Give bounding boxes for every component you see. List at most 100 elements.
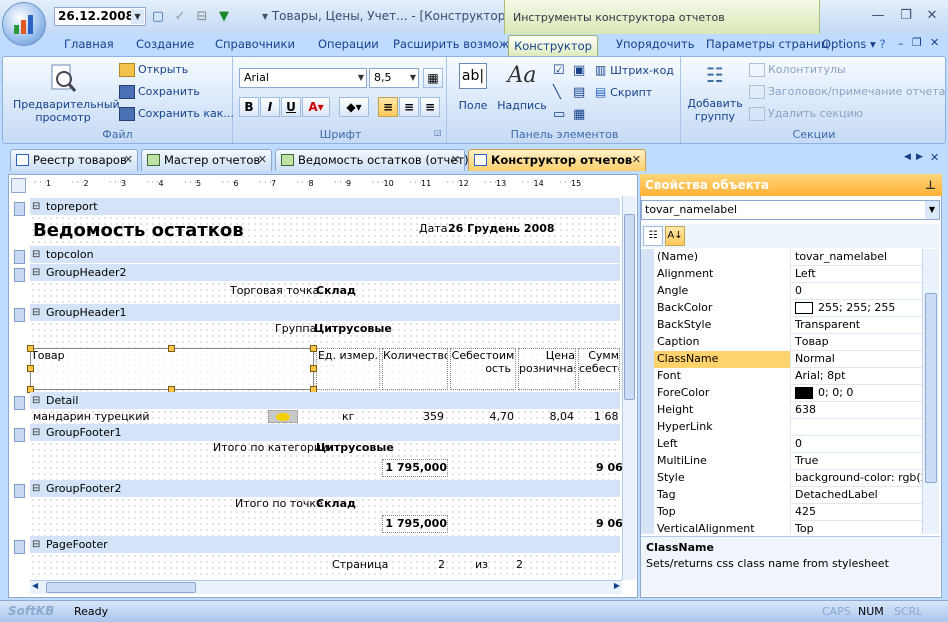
- barcode-button[interactable]: ▥ Штрих-код: [595, 63, 674, 77]
- line-tool-icon[interactable]: ╲: [553, 85, 561, 100]
- detail-sum[interactable]: 1 68: [594, 410, 619, 424]
- band-handle[interactable]: [14, 396, 25, 410]
- delete-icon[interactable]: ⊟: [194, 9, 210, 25]
- resize-handle[interactable]: [310, 365, 317, 372]
- tab-create[interactable]: Создание: [136, 37, 194, 51]
- report-title[interactable]: Ведомость остатков: [33, 220, 244, 242]
- area-groupfooter2[interactable]: Итого по точке Склад 1 795,000 9 06: [30, 497, 623, 537]
- designer-vertical-scrollbar[interactable]: [622, 196, 636, 580]
- scroll-thumb[interactable]: [46, 582, 196, 593]
- property-grid-scrollbar[interactable]: [922, 249, 939, 534]
- area-topreport[interactable]: Ведомость остатков Дата 26 Грудень 2008: [30, 215, 620, 245]
- detail-qty[interactable]: 359: [410, 410, 444, 424]
- property-value[interactable]: DetachedLabel: [793, 487, 922, 504]
- check-icon[interactable]: ✓: [172, 9, 188, 25]
- property-value[interactable]: 0: [793, 436, 922, 453]
- property-row[interactable]: Caption Товар: [641, 334, 922, 351]
- property-value[interactable]: Normal: [793, 351, 922, 368]
- shop-total-sum2[interactable]: 9 06: [596, 517, 623, 531]
- doc-tab-designer[interactable]: Конструктор отчетов ✕: [468, 149, 646, 171]
- restore-button[interactable]: ❐: [896, 7, 916, 25]
- close-icon[interactable]: ✕: [632, 150, 641, 170]
- property-value[interactable]: Top: [793, 521, 922, 534]
- page-total[interactable]: 2: [516, 558, 523, 572]
- field-button[interactable]: ab| Поле: [455, 63, 491, 112]
- category-total-value[interactable]: Цитрусовые: [316, 441, 394, 455]
- group-label[interactable]: Группа: [275, 322, 316, 336]
- property-value[interactable]: [793, 419, 922, 436]
- property-row[interactable]: BackStyle Transparent: [641, 317, 922, 334]
- band-groupfooter2[interactable]: GroupFooter2: [30, 480, 620, 497]
- chevron-down-icon[interactable]: ▼: [131, 9, 144, 24]
- property-value[interactable]: 0: [793, 283, 922, 300]
- area-groupfooter1[interactable]: Итого по категории Цитрусовые 1 795,000 …: [30, 441, 623, 481]
- font-dialog-launcher-icon[interactable]: ◲: [434, 128, 442, 137]
- page-of-label[interactable]: из: [475, 558, 488, 572]
- tab-scroll-right-icon[interactable]: ▶: [916, 152, 923, 162]
- property-row[interactable]: Style background-color: rgb(255,: [641, 470, 922, 487]
- date-label[interactable]: Дата: [419, 222, 447, 236]
- property-row[interactable]: ClassName Normal: [641, 351, 922, 368]
- area-groupheader1[interactable]: Группа Цитрусовые Товар Ед. измер. Колич…: [27, 321, 620, 393]
- property-value[interactable]: Transparent: [793, 317, 922, 334]
- property-row[interactable]: Tag DetachedLabel: [641, 487, 922, 504]
- doc-tab-stock-report[interactable]: Ведомость остатков (отчет) ✕: [275, 149, 469, 171]
- underline-button[interactable]: U: [281, 97, 301, 117]
- ribbon-restore-icon[interactable]: ❐: [912, 36, 922, 49]
- tab-arrange[interactable]: Упорядочить: [616, 37, 695, 51]
- shop-value[interactable]: Склад: [316, 284, 356, 298]
- scroll-right-icon[interactable]: ▶: [614, 581, 620, 590]
- filter-icon[interactable]: ▼: [216, 9, 232, 25]
- date-value[interactable]: 26 Грудень 2008: [448, 222, 555, 236]
- band-detail[interactable]: Detail: [30, 392, 620, 409]
- categorized-view-icon[interactable]: ☷: [643, 226, 663, 246]
- doc-tab-wizard[interactable]: Мастер отчетов ✕: [141, 149, 272, 171]
- page-label[interactable]: Страница: [332, 558, 388, 572]
- help-icon[interactable]: ?: [879, 37, 885, 51]
- detail-cost[interactable]: 4,70: [474, 410, 515, 424]
- object-select[interactable]: tovar_namelabel ▼: [641, 200, 940, 220]
- band-groupfooter1[interactable]: GroupFooter1: [30, 424, 620, 441]
- band-handle[interactable]: [14, 202, 25, 216]
- border-icon[interactable]: ▦: [423, 68, 443, 88]
- close-icon[interactable]: ✕: [258, 150, 267, 170]
- scroll-thumb[interactable]: [925, 293, 937, 483]
- band-groupheader1[interactable]: GroupHeader1: [30, 304, 620, 321]
- shop-total-value[interactable]: Склад: [316, 497, 356, 511]
- close-icon[interactable]: ✕: [451, 150, 460, 170]
- minimize-button[interactable]: —: [868, 7, 888, 25]
- group-value[interactable]: Цитрусовые: [314, 322, 392, 336]
- property-value[interactable]: background-color: rgb(255,: [793, 470, 922, 487]
- col-header-unit[interactable]: Ед. измер.: [316, 348, 380, 390]
- add-group-button[interactable]: ☷ Добавить группу: [685, 63, 745, 123]
- col-header-qty[interactable]: Количество: [382, 348, 448, 390]
- property-value[interactable]: Left: [793, 266, 922, 283]
- close-icon[interactable]: ✕: [124, 150, 133, 170]
- area-groupheader2[interactable]: Торговая точка Склад: [30, 281, 620, 303]
- property-value[interactable]: 425: [793, 504, 922, 521]
- detail-product[interactable]: мандарин турецкий: [33, 410, 150, 424]
- col-header-price[interactable]: Цена розничная: [518, 348, 576, 390]
- scroll-left-icon[interactable]: ◀: [32, 581, 38, 590]
- property-row[interactable]: Left 0: [641, 436, 922, 453]
- property-grid[interactable]: (Name) tovar_namelabel Alignment Left Angle 0…: [641, 249, 922, 534]
- subreport-tool-icon[interactable]: ▤: [573, 85, 585, 100]
- header-note-button[interactable]: Заголовок/примечание отчета: [749, 85, 945, 99]
- area-pagefooter[interactable]: Страница 2 из 2: [30, 553, 620, 579]
- property-row[interactable]: Top 425: [641, 504, 922, 521]
- detail-image-placeholder[interactable]: [268, 410, 298, 423]
- new-document-icon[interactable]: ▢: [150, 9, 166, 25]
- delete-section-button[interactable]: Удалить секцию: [749, 107, 863, 121]
- tab-extend[interactable]: Расширить возможн: [393, 37, 517, 51]
- date-picker[interactable]: 26.12.2008 ▼: [54, 7, 146, 26]
- band-topreport[interactable]: topreport: [30, 198, 620, 215]
- detail-price[interactable]: 8,04: [534, 410, 575, 424]
- image-tool-icon[interactable]: ▣: [573, 63, 585, 78]
- sort-alpha-icon[interactable]: A↓: [665, 226, 685, 246]
- tab-operations[interactable]: Операции: [318, 37, 379, 51]
- close-button[interactable]: ✕: [922, 7, 942, 25]
- caption-button[interactable]: Aa Надпись: [497, 63, 547, 112]
- tab-scroll-left-icon[interactable]: ◀: [904, 152, 911, 162]
- app-menu-button[interactable]: [2, 2, 46, 46]
- property-row[interactable]: (Name) tovar_namelabel: [641, 249, 922, 266]
